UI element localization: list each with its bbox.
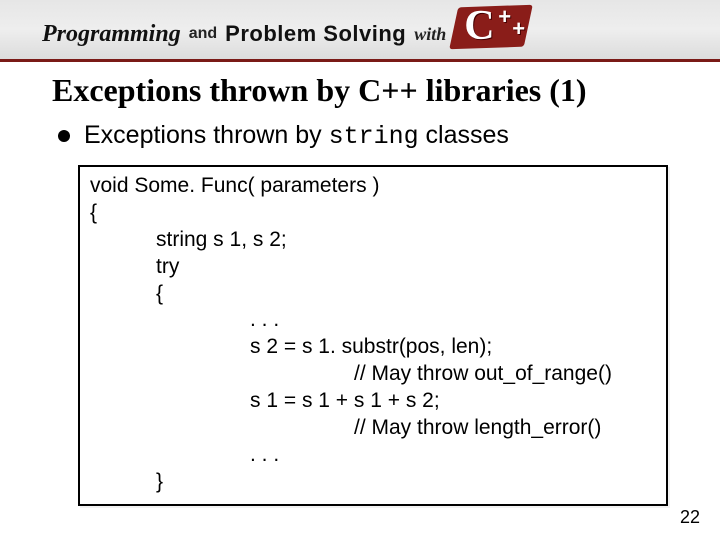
slide-title: Exceptions thrown by C++ libraries (1) [0,62,720,115]
banner-title-group: Programming and Problem Solving with C +… [0,0,720,58]
bullet-text: Exceptions thrown by string classes [84,121,509,151]
bullet-text-post: classes [419,121,509,149]
code-line: void Some. Func( parameters ) [90,173,656,200]
code-line: . . . [90,307,656,334]
code-line: { [90,281,656,308]
code-line: } [90,469,656,496]
code-line: try [90,254,656,281]
bullet-dot-icon [58,130,70,142]
code-line: // May throw length_error() [90,415,656,442]
page-number: 22 [680,507,700,528]
cpp-letter-c: C [464,2,494,50]
code-box: void Some. Func( parameters ) { string s… [78,165,668,506]
code-line: string s 1, s 2; [90,227,656,254]
banner-word-with: with [414,24,446,45]
bullet-text-pre: Exceptions thrown by [84,121,329,149]
bullet-row: Exceptions thrown by string classes [0,115,720,161]
banner-word-problem-solving: Problem Solving [225,21,406,47]
header-banner: Programming and Problem Solving with C +… [0,0,720,62]
banner-word-and: and [189,25,217,43]
bullet-text-mono: string [329,122,419,151]
cpp-plus-icon: + [498,4,511,30]
slide: Programming and Problem Solving with C +… [0,0,720,540]
banner-word-programming: Programming [42,21,181,48]
code-line: // May throw out_of_range() [90,361,656,388]
code-line: s 1 = s 1 + s 1 + s 2; [90,388,656,415]
cpp-logo: C + + [454,4,550,52]
code-line: s 2 = s 1. substr(pos, len); [90,334,656,361]
code-line: . . . [90,442,656,469]
cpp-plus-icon: + [512,16,525,42]
code-line: { [90,200,656,227]
